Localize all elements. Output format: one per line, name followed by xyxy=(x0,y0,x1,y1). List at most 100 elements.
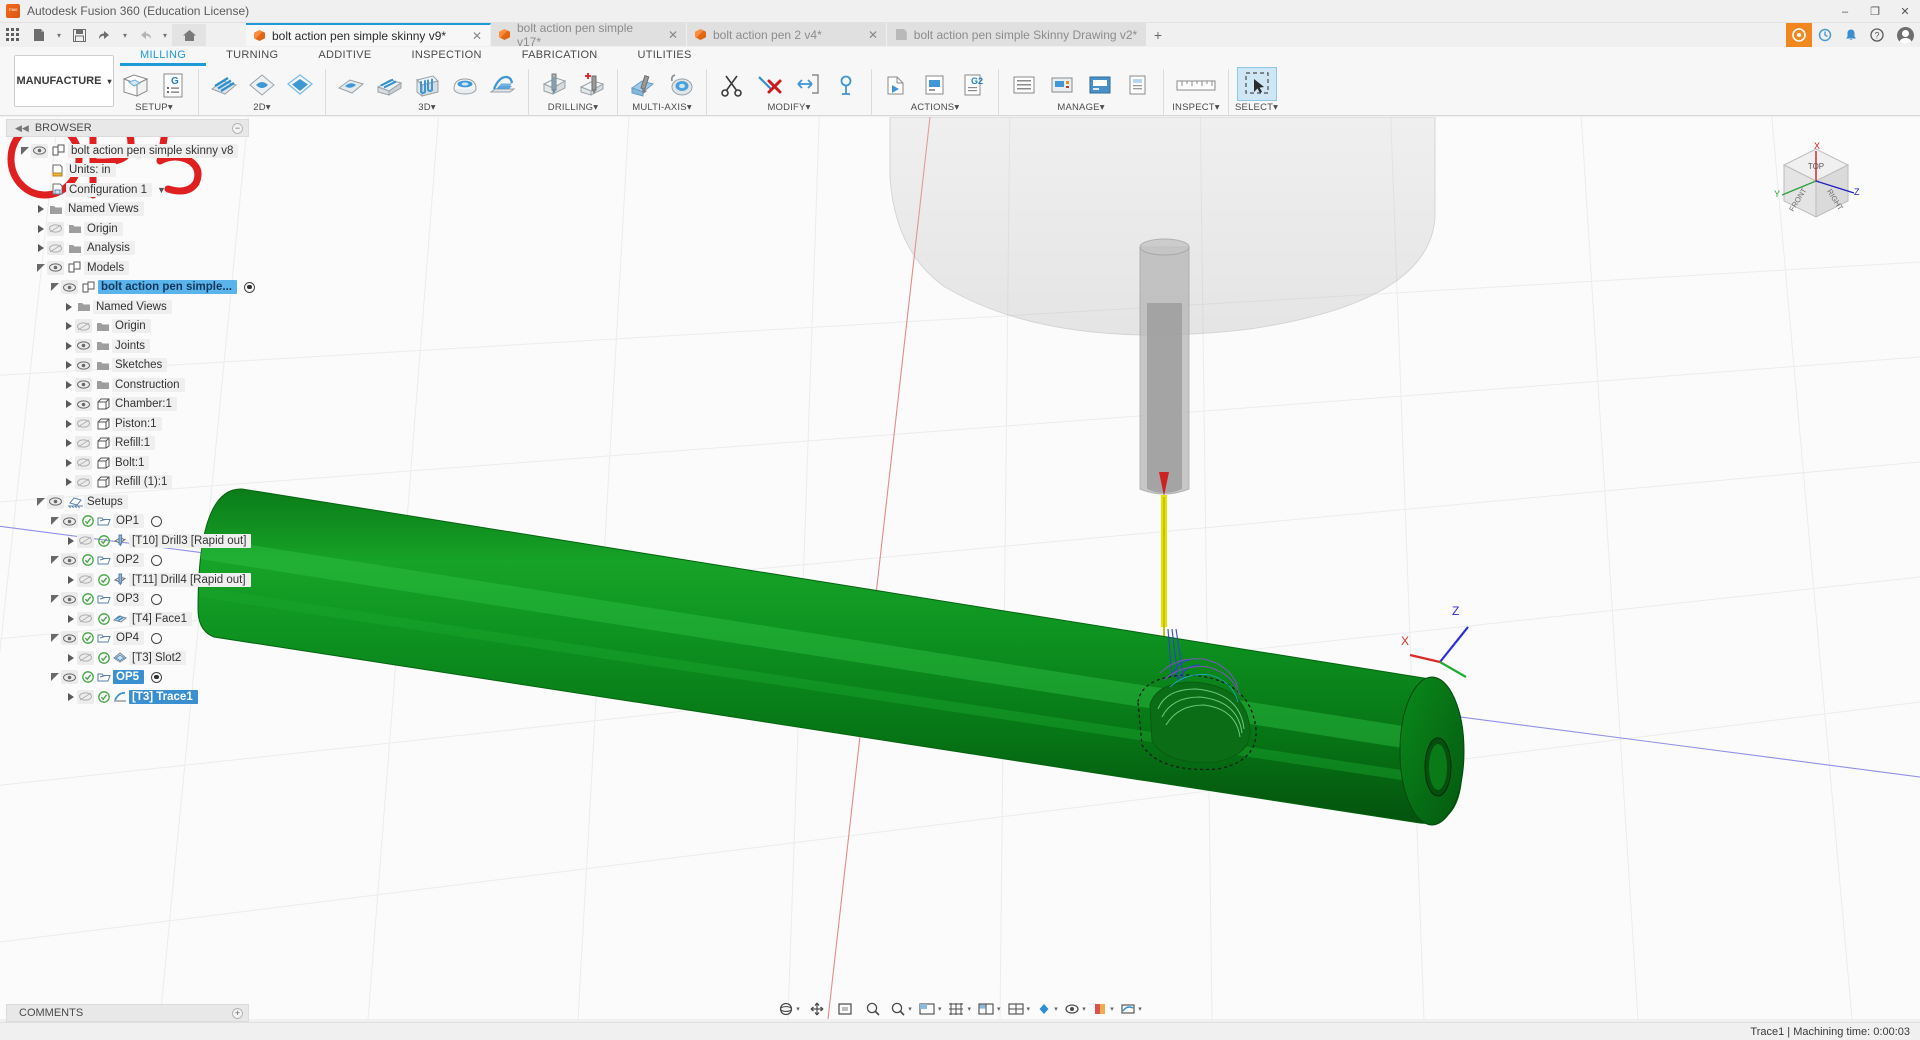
expand-arrow-icon[interactable] xyxy=(48,673,61,682)
pan-icon[interactable] xyxy=(806,998,828,1020)
visibility-eye-icon[interactable] xyxy=(75,358,92,373)
tree-row-op2-drill4[interactable]: [T11] Drill4 [Rapid out] xyxy=(8,570,258,590)
tree-row-refill-1[interactable]: Refill (1):1 xyxy=(8,473,258,493)
grid-snap-icon[interactable]: ▾ xyxy=(947,998,971,1020)
tree-row-named-views-root[interactable]: Named Views xyxy=(8,200,258,220)
visibility-eye-hidden-icon[interactable] xyxy=(77,650,94,665)
tree-row-op5[interactable]: OP5 xyxy=(8,668,258,688)
expand-arrow-icon[interactable] xyxy=(18,146,31,155)
toolpath-transform-icon[interactable] xyxy=(827,69,865,101)
expand-arrow-icon[interactable] xyxy=(34,244,47,253)
tree-row-op4-slot2[interactable]: [T3] Slot2 xyxy=(8,648,258,668)
ribbon-tab-fabrication[interactable]: FABRICATION xyxy=(502,49,618,66)
ribbon-tab-utilities[interactable]: UTILITIES xyxy=(618,49,712,66)
component-color-icon[interactable]: ▾ xyxy=(1092,998,1114,1020)
expand-arrow-icon[interactable] xyxy=(64,536,77,545)
orbit-icon[interactable]: ▾ xyxy=(778,998,800,1020)
tree-row-setups[interactable]: Setups xyxy=(8,492,258,512)
multiaxis-contour-icon[interactable] xyxy=(662,69,700,101)
setup-sheet-icon[interactable]: G2 xyxy=(954,69,992,101)
expand-arrow-icon[interactable] xyxy=(48,556,61,565)
tree-row-configuration[interactable]: Configuration 1 ▼ xyxy=(8,180,258,200)
expand-arrow-icon[interactable] xyxy=(62,458,75,467)
visibility-eye-icon[interactable] xyxy=(31,143,48,158)
minimize-button[interactable]: – xyxy=(1830,0,1860,23)
tree-row-sketches[interactable]: Sketches xyxy=(8,356,258,376)
fit-icon[interactable] xyxy=(834,998,856,1020)
expand-arrow-icon[interactable] xyxy=(48,517,61,526)
expand-arrow-icon[interactable] xyxy=(62,322,75,331)
select-icon[interactable] xyxy=(1236,67,1277,101)
drill-icon[interactable] xyxy=(535,69,573,101)
expand-arrow-icon[interactable] xyxy=(34,497,47,506)
visibility-eye-hidden-icon[interactable] xyxy=(47,221,64,236)
visibility-eye-hidden-icon[interactable] xyxy=(75,416,92,431)
collapse-left-icon[interactable]: ◀◀ xyxy=(15,123,29,134)
viewport-canvas[interactable]: Z X TOP FRONT RIGHT X xyxy=(0,117,1920,1019)
document-tab-4[interactable]: bolt action pen simple Skinny Drawing v2… xyxy=(887,23,1147,46)
delete-icon[interactable] xyxy=(751,69,789,101)
chevron-down-icon[interactable]: ▼ xyxy=(157,185,166,195)
activate-setup-radio[interactable] xyxy=(151,632,163,644)
trim-icon[interactable] xyxy=(713,69,751,101)
expand-arrow-icon[interactable] xyxy=(34,263,47,272)
visibility-eye-icon[interactable] xyxy=(61,280,78,295)
expand-arrow-icon[interactable] xyxy=(62,419,75,428)
viewports-icon[interactable]: ▾ xyxy=(977,998,1001,1020)
document-tab-1[interactable]: bolt action pen simple skinny v9* ✕ xyxy=(246,23,491,46)
zoom-icon[interactable] xyxy=(862,998,884,1020)
user-avatar-icon[interactable] xyxy=(1890,23,1920,47)
expand-arrow-icon[interactable] xyxy=(48,634,61,643)
expand-arrow-icon[interactable] xyxy=(64,653,77,662)
tree-row-op3-face1[interactable]: [T4] Face1 xyxy=(8,609,258,629)
layout-grid-icon[interactable]: ▾ xyxy=(1007,998,1030,1020)
expand-arrow-icon[interactable] xyxy=(62,361,75,370)
tree-row-units[interactable]: Units: in xyxy=(8,161,258,181)
pocket2d-icon[interactable] xyxy=(281,69,319,101)
post-process-icon[interactable] xyxy=(916,69,954,101)
tree-row-refill[interactable]: Refill:1 xyxy=(8,434,258,454)
face-icon[interactable] xyxy=(205,69,243,101)
visibility-eye-hidden-icon[interactable] xyxy=(75,475,92,490)
extend-icon[interactable] xyxy=(789,69,827,101)
tree-row-piston[interactable]: Piston:1 xyxy=(8,414,258,434)
ncprogram-icon[interactable]: G xyxy=(154,69,192,101)
visibility-eye-icon[interactable] xyxy=(47,494,64,509)
ribbon-tab-inspection[interactable]: INSPECTION xyxy=(391,49,501,66)
activate-setup-radio[interactable] xyxy=(151,671,163,683)
machine-library-icon[interactable] xyxy=(1043,69,1081,101)
job-status-icon[interactable] xyxy=(1812,23,1838,47)
redo-caret-icon[interactable]: ▾ xyxy=(158,24,172,46)
effects-icon[interactable]: ▾ xyxy=(1036,998,1058,1020)
tree-row-origin-sub[interactable]: Origin xyxy=(8,317,258,337)
redo-icon[interactable] xyxy=(132,24,158,46)
display-mode-icon[interactable]: ▾ xyxy=(918,998,941,1020)
home-icon[interactable] xyxy=(172,24,206,46)
expand-arrow-icon[interactable] xyxy=(62,439,75,448)
tree-row-root[interactable]: bolt action pen simple skinny v8 xyxy=(8,141,258,161)
panel-options-icon[interactable]: − xyxy=(232,122,243,134)
expand-arrow-icon[interactable] xyxy=(34,205,47,214)
pocket3d-icon[interactable] xyxy=(370,69,408,101)
activate-setup-radio[interactable] xyxy=(151,593,163,605)
activate-setup-radio[interactable] xyxy=(151,515,163,527)
template-icon[interactable] xyxy=(1119,69,1157,101)
ribbon-tab-milling[interactable]: MILLING xyxy=(120,49,207,66)
document-tab-3[interactable]: bolt action pen 2 v4* ✕ xyxy=(687,23,887,46)
save-icon[interactable] xyxy=(66,24,92,46)
visibility-eye-icon[interactable] xyxy=(47,260,64,275)
expand-arrow-icon[interactable] xyxy=(62,341,75,350)
expand-arrow-icon[interactable] xyxy=(64,575,77,584)
expand-arrow-icon[interactable] xyxy=(62,302,75,311)
ribbon-tab-turning[interactable]: TURNING xyxy=(206,49,298,66)
undo-icon[interactable] xyxy=(92,24,118,46)
tree-row-op3[interactable]: OP3 xyxy=(8,590,258,610)
tree-row-models[interactable]: Models xyxy=(8,258,258,278)
visibility-eye-icon[interactable] xyxy=(75,377,92,392)
workspace-selector[interactable]: MANUFACTURE ▾ xyxy=(14,55,114,107)
visibility-eye-hidden-icon[interactable] xyxy=(75,319,92,334)
visibility-eye-icon[interactable] xyxy=(61,631,78,646)
visibility-eye-hidden-icon[interactable] xyxy=(77,689,94,704)
expand-arrow-icon[interactable] xyxy=(62,380,75,389)
generate-icon[interactable] xyxy=(1081,69,1119,101)
